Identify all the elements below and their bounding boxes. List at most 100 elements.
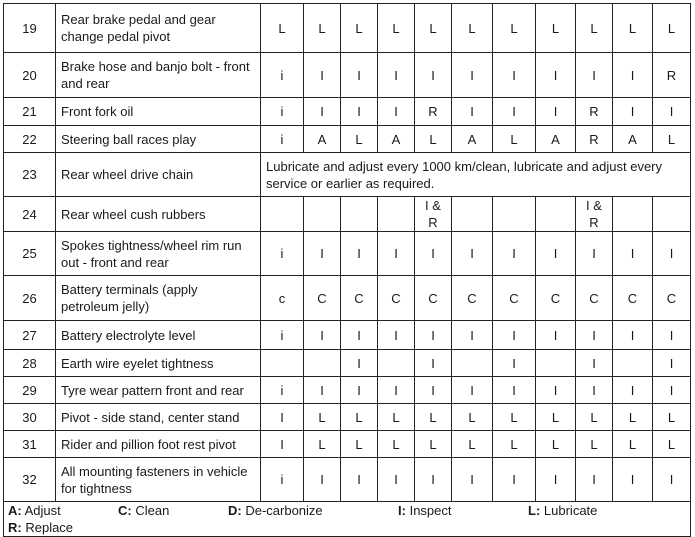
item-description: Rider and pillion foot rest pivot bbox=[55, 430, 261, 458]
schedule-cell: R bbox=[575, 97, 613, 126]
schedule-cell: I bbox=[340, 457, 378, 502]
schedule-cell bbox=[652, 196, 691, 232]
table-row: 23 Rear wheel drive chain Lubricate and ad… bbox=[3, 152, 691, 197]
schedule-cell: I bbox=[303, 52, 341, 98]
schedule-cell: I bbox=[451, 320, 493, 350]
schedule-cell: L bbox=[451, 403, 493, 431]
schedule-cell: i bbox=[260, 125, 304, 153]
schedule-cell: I bbox=[535, 52, 576, 98]
table-row: 26 Battery terminals (apply petroleum jel… bbox=[3, 275, 691, 321]
schedule-cell: I bbox=[492, 97, 536, 126]
schedule-cell: I bbox=[303, 457, 341, 502]
schedule-cell: L bbox=[492, 3, 536, 53]
legend-label: Inspect bbox=[409, 503, 452, 518]
item-number: 30 bbox=[3, 403, 56, 431]
schedule-cell: A bbox=[535, 125, 576, 153]
schedule-cell: i bbox=[260, 52, 304, 98]
schedule-cell: I bbox=[414, 52, 452, 98]
item-number: 24 bbox=[3, 196, 56, 232]
schedule-cell: i bbox=[260, 231, 304, 276]
table-row: 25 Spokes tightness/wheel rim run out - f… bbox=[3, 231, 691, 276]
schedule-cell: L bbox=[575, 3, 613, 53]
schedule-cell: I bbox=[652, 320, 691, 350]
schedule-cell: L bbox=[575, 430, 613, 458]
schedule-cell: I bbox=[535, 97, 576, 126]
schedule-cell: I bbox=[377, 376, 415, 404]
schedule-cell: A bbox=[451, 125, 493, 153]
legend-label: Clean bbox=[135, 503, 170, 518]
legend-key: D: bbox=[228, 503, 242, 518]
schedule-cell: I bbox=[414, 457, 452, 502]
item-description: Rear wheel cush rubbers bbox=[55, 196, 261, 232]
item-description: Battery terminals (apply petroleum jelly… bbox=[55, 275, 261, 321]
schedule-cell: I bbox=[377, 231, 415, 276]
item-description: Spokes tightness/wheel rim run out - fro… bbox=[55, 231, 261, 276]
item-description: Brake hose and banjo bolt - front and re… bbox=[55, 52, 261, 98]
schedule-cell: L bbox=[612, 3, 653, 53]
table-row: 28 Earth wire eyelet tightness I I I I I bbox=[3, 349, 691, 377]
schedule-cell bbox=[340, 196, 378, 232]
item-description: Front fork oil bbox=[55, 97, 261, 126]
schedule-cell: L bbox=[260, 3, 304, 53]
schedule-cell: A bbox=[612, 125, 653, 153]
schedule-cell: I & R bbox=[414, 196, 452, 232]
schedule-cell: L bbox=[535, 3, 576, 53]
table-row: 22 Steering ball races play i A L A L A L A R A L bbox=[3, 125, 691, 153]
schedule-cell: L bbox=[303, 430, 341, 458]
schedule-cell: C bbox=[492, 275, 536, 321]
schedule-cell: I bbox=[652, 231, 691, 276]
schedule-cell: I bbox=[340, 52, 378, 98]
schedule-cell: L bbox=[340, 125, 378, 153]
legend-key: C: bbox=[118, 503, 132, 518]
schedule-cell: I bbox=[303, 231, 341, 276]
item-number: 28 bbox=[3, 349, 56, 377]
schedule-cell: C bbox=[340, 275, 378, 321]
item-description: Rear wheel drive chain bbox=[55, 152, 261, 197]
schedule-cell: I bbox=[414, 376, 452, 404]
legend-key: R: bbox=[8, 520, 22, 535]
schedule-cell bbox=[303, 349, 341, 377]
schedule-cell: I bbox=[492, 231, 536, 276]
item-number: 32 bbox=[3, 457, 56, 502]
schedule-cell: I bbox=[492, 52, 536, 98]
schedule-cell: I bbox=[575, 457, 613, 502]
schedule-cell: I bbox=[451, 231, 493, 276]
legend-item: L: Lubricate bbox=[528, 502, 648, 519]
schedule-cell: I bbox=[575, 231, 613, 276]
schedule-cell: I bbox=[414, 320, 452, 350]
schedule-cell: I bbox=[652, 97, 691, 126]
schedule-cell: I bbox=[535, 376, 576, 404]
schedule-cell: I bbox=[612, 376, 653, 404]
schedule-cell: I bbox=[451, 97, 493, 126]
schedule-cell: i bbox=[260, 457, 304, 502]
table-row: 24 Rear wheel cush rubbers I & R I & R bbox=[3, 196, 691, 232]
schedule-cell: C bbox=[414, 275, 452, 321]
legend-item: C: Clean bbox=[118, 502, 228, 519]
schedule-cell: C bbox=[377, 275, 415, 321]
schedule-cell: I bbox=[303, 376, 341, 404]
schedule-cell: L bbox=[652, 430, 691, 458]
schedule-cell: R bbox=[575, 125, 613, 153]
schedule-cell: I bbox=[377, 52, 415, 98]
schedule-cell bbox=[492, 196, 536, 232]
schedule-cell: L bbox=[340, 403, 378, 431]
schedule-cell: C bbox=[612, 275, 653, 321]
table-row: 19 Rear brake pedal and gear change pedal… bbox=[3, 3, 691, 53]
schedule-cell: I & R bbox=[575, 196, 613, 232]
schedule-cell bbox=[535, 196, 576, 232]
table-row: 29 Tyre wear pattern front and rear i I I I I I… bbox=[3, 376, 691, 404]
schedule-cell: i bbox=[260, 97, 304, 126]
item-number: 20 bbox=[3, 52, 56, 98]
schedule-cell: I bbox=[377, 320, 415, 350]
table-row: 20 Brake hose and banjo bolt - front and … bbox=[3, 52, 691, 98]
item-description: Pivot - side stand, center stand bbox=[55, 403, 261, 431]
schedule-cell: i bbox=[260, 376, 304, 404]
schedule-cell bbox=[612, 349, 653, 377]
legend-key: L: bbox=[528, 503, 541, 518]
schedule-cell: I bbox=[612, 52, 653, 98]
schedule-cell: c bbox=[260, 275, 304, 321]
schedule-cell bbox=[260, 349, 304, 377]
item-number: 23 bbox=[3, 152, 56, 197]
schedule-cell: A bbox=[377, 125, 415, 153]
schedule-cell bbox=[303, 196, 341, 232]
